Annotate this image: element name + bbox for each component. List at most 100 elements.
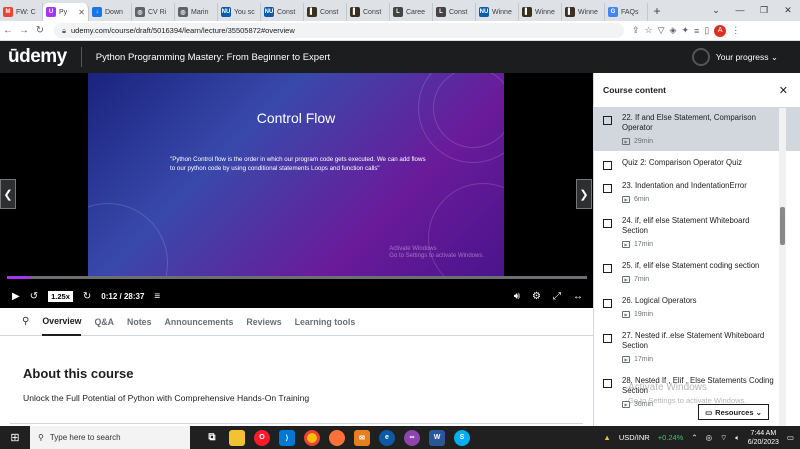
tab-learning-tools[interactable]: Learning tools — [295, 308, 356, 336]
close-icon[interactable]: ✕ — [779, 84, 788, 97]
browser-tab[interactable]: ▌ Winne — [562, 3, 605, 21]
expand-icon[interactable]: ↔ — [573, 291, 583, 302]
browser-tab[interactable]: NU Const — [261, 3, 304, 21]
seek-bar[interactable] — [7, 276, 587, 279]
edge-icon[interactable]: e — [379, 429, 395, 446]
udemy-logo[interactable]: ūdemy — [8, 46, 67, 68]
windows-start-icon[interactable]: ⊞ — [0, 431, 30, 444]
playback-speed-button[interactable]: 1.25x — [48, 290, 73, 302]
close-tab-icon[interactable]: ✕ — [78, 8, 85, 17]
tab-qa[interactable]: Q&A — [94, 308, 114, 336]
volume-icon[interactable]: 🔊︎ — [514, 291, 520, 302]
network-icon[interactable]: ◎ — [706, 433, 713, 442]
forward-icon[interactable]: ↻ — [83, 291, 91, 302]
forward-button[interactable]: → — [16, 25, 32, 36]
lecture-checkbox[interactable] — [603, 219, 612, 228]
browser-tab[interactable]: L Caree — [390, 3, 433, 21]
new-tab-button[interactable]: + — [648, 4, 666, 18]
chevron-down-icon[interactable]: ⌄ — [704, 5, 728, 16]
browser-tab[interactable]: ▌ Const — [304, 3, 347, 21]
vscode-icon[interactable]: ⟩ — [279, 429, 295, 446]
tab-overview[interactable]: Overview — [42, 308, 82, 336]
browser-tab[interactable]: NU You sc — [218, 3, 261, 21]
taskbar-search-input[interactable]: ⚲ Type here to search — [30, 426, 190, 449]
lecture-checkbox[interactable] — [603, 299, 612, 308]
maximize-button[interactable]: ❐ — [752, 5, 776, 16]
notes-icon[interactable]: ≡ — [154, 291, 160, 302]
progress-button[interactable]: Your progress ⌄ — [691, 48, 778, 66]
media-icon[interactable]: ≡ — [694, 26, 699, 36]
lecture-checkbox[interactable] — [603, 161, 612, 170]
lecture-item[interactable]: Quiz 2: Comparison Operator Quiz — [594, 151, 800, 174]
lecture-checkbox[interactable] — [603, 334, 612, 343]
volume-icon[interactable]: 🔈︎ — [735, 433, 740, 443]
next-lecture-button[interactable]: ❯ — [576, 179, 592, 209]
chrome-icon[interactable] — [304, 429, 320, 446]
duration-text: 29min — [634, 138, 654, 145]
file-explorer-icon[interactable] — [229, 429, 245, 446]
settings-gear-icon[interactable]: ⚙ — [532, 291, 541, 302]
browser-tab[interactable]: ▌ Winne — [519, 3, 562, 21]
browser-tab[interactable]: ◎ CV Ri — [132, 3, 175, 21]
browser-tab[interactable]: ▌ Const — [347, 3, 390, 21]
star-icon[interactable]: ☆ — [645, 25, 653, 36]
lecture-item[interactable]: 22. If and Else Statement, Comparison Op… — [594, 108, 800, 151]
mail-icon[interactable]: ✉ — [354, 429, 370, 446]
puzzle-icon[interactable]: ✦ — [681, 25, 689, 36]
word-icon[interactable]: W — [429, 429, 445, 446]
wifi-icon[interactable]: ⌔ — [720, 433, 727, 443]
browser-tab[interactable]: ↓ Down — [89, 3, 132, 21]
browser-tab[interactable]: ◎ Marin — [175, 3, 218, 21]
sidebar-scrollbar[interactable] — [779, 108, 786, 426]
lecture-checkbox[interactable] — [603, 184, 612, 193]
skype-icon[interactable]: S — [454, 429, 470, 446]
browser-tab[interactable]: L Const — [433, 3, 476, 21]
browser-tab[interactable]: NU Winne — [476, 3, 519, 21]
stock-icon: ▲ — [603, 433, 611, 442]
ticker-label[interactable]: USD/INR — [619, 433, 650, 442]
task-view-icon[interactable]: ⧉ — [204, 430, 220, 446]
tab-label: Py — [59, 8, 68, 16]
back-button[interactable]: ← — [0, 25, 16, 36]
resources-button[interactable]: ▭ Resources ⌄ — [698, 404, 769, 420]
tab-announcements[interactable]: Announcements — [164, 308, 233, 336]
lecture-checkbox[interactable] — [603, 379, 612, 388]
app-icon[interactable]: ∞ — [404, 429, 420, 446]
firefox-icon[interactable] — [329, 429, 345, 446]
lecture-item[interactable]: 24. if, elif else Statement Whiteboard S… — [594, 209, 800, 254]
tab-reviews[interactable]: Reviews — [246, 308, 281, 336]
play-icon[interactable]: ▶ — [12, 291, 20, 302]
menu-icon[interactable]: ⋮ — [731, 25, 740, 36]
minimize-button[interactable]: — — [728, 5, 752, 16]
chevron-up-icon[interactable]: ⌃ — [691, 433, 697, 442]
lecture-checkbox[interactable] — [603, 116, 612, 125]
lecture-item[interactable]: 23. Indentation and IndentationError ▶ 6mi… — [594, 174, 800, 209]
search-icon[interactable]: ⚲ — [22, 316, 29, 327]
lecture-checkbox[interactable] — [603, 264, 612, 273]
course-title[interactable]: Python Programming Mastery: From Beginne… — [96, 52, 330, 63]
browser-tab[interactable]: U Py ✕ — [43, 3, 89, 21]
extension-icon[interactable]: ◈ — [670, 25, 677, 36]
close-window-button[interactable]: ✕ — [776, 5, 800, 16]
profile-avatar[interactable]: A — [714, 24, 727, 37]
video-player[interactable]: Control Flow "Python Control flow is the… — [0, 73, 593, 308]
lecture-item[interactable]: 25. if, elif else Statement coding secti… — [594, 254, 800, 289]
filter-icon[interactable]: ▽ — [658, 25, 665, 36]
lecture-item[interactable]: 27. Nested if..else Statement Whiteboard… — [594, 324, 800, 369]
tab-notes[interactable]: Notes — [127, 308, 151, 336]
sidepanel-icon[interactable]: ▯ — [704, 25, 709, 36]
previous-lecture-button[interactable]: ❮ — [0, 179, 16, 209]
notifications-icon[interactable]: ▭ — [787, 433, 794, 442]
lecture-item[interactable]: 26. Logical Operators ▶ 19min — [594, 289, 800, 324]
browser-tab[interactable]: G FAQs — [605, 3, 648, 21]
search-icon: ⚲ — [38, 433, 44, 442]
scrollbar-thumb[interactable] — [780, 207, 785, 245]
reload-button[interactable]: ↻ — [32, 25, 48, 36]
fullscreen-icon[interactable]: ⤢ — [553, 291, 561, 302]
opera-icon[interactable]: O — [254, 429, 270, 446]
share-icon[interactable]: ⇪ — [632, 25, 640, 36]
url-field[interactable]: 🔒︎ udemy.com/course/draft/5016394/learn/… — [54, 23, 624, 38]
browser-tab[interactable]: M FW: C — [0, 3, 43, 21]
rewind-icon[interactable]: ↺ — [30, 291, 38, 302]
taskbar-clock[interactable]: 7:44 AM 6/20/2023 — [748, 429, 779, 447]
